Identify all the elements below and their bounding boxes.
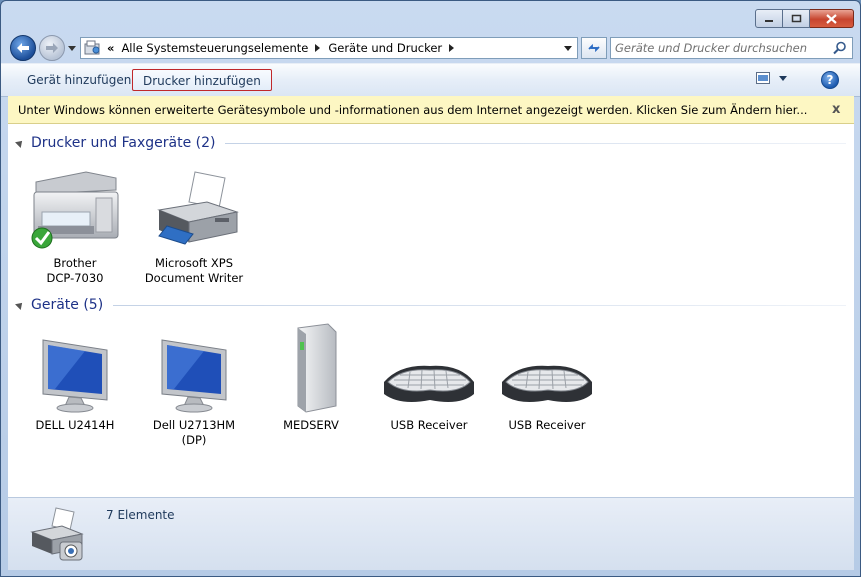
add-printer-button[interactable]: Drucker hinzufügen: [132, 69, 272, 91]
address-history-dropdown[interactable]: [564, 45, 572, 51]
devices-printers-icon: [30, 507, 84, 561]
add-device-button[interactable]: Gerät hinzufügen: [17, 69, 141, 91]
device-label: USB Receiver: [508, 418, 586, 432]
keyboard-icon: [502, 365, 592, 402]
arrow-left-icon: [17, 43, 29, 53]
device-item[interactable]: Brother DCP-7030: [25, 162, 125, 286]
breadcrumb-separator-end[interactable]: [449, 44, 455, 52]
computer-tower-icon: [297, 323, 337, 413]
refresh-icon: [588, 43, 600, 53]
device-item[interactable]: DELL U2414H: [25, 324, 125, 433]
breadcrumb-devices-printers[interactable]: Geräte und Drucker: [328, 41, 442, 55]
close-icon: [826, 13, 837, 24]
keyboard-icon: [384, 365, 474, 402]
group-header-devices[interactable]: Geräte (5): [15, 297, 846, 313]
help-button[interactable]: ?: [821, 71, 839, 89]
chevron-down-icon: [68, 45, 76, 51]
minimize-button[interactable]: [755, 9, 783, 28]
group-divider: [225, 142, 846, 144]
back-button[interactable]: [10, 35, 36, 61]
device-item[interactable]: USB Receiver: [497, 324, 597, 433]
item-count: 7 Elemente: [106, 508, 175, 522]
group-header-printers[interactable]: Drucker und Faxgeräte (2): [15, 135, 846, 151]
device-label: Microsoft XPS Document Writer: [144, 256, 244, 285]
address-row: « Alle Systemsteuerungselemente Geräte u…: [1, 33, 860, 63]
arrow-right-icon: [46, 43, 58, 53]
device-label: DELL U2414H: [35, 418, 115, 432]
chevron-right-icon: [449, 44, 455, 52]
view-options-button[interactable]: [756, 72, 787, 84]
chevron-right-icon: [315, 44, 321, 52]
device-label: MEDSERV: [283, 418, 339, 432]
group-title: Geräte (5): [31, 297, 104, 313]
collapse-icon[interactable]: [15, 300, 25, 310]
caption-buttons: [755, 9, 854, 28]
device-item[interactable]: MEDSERV: [261, 323, 361, 433]
device-item[interactable]: Microsoft XPS Document Writer: [144, 162, 244, 286]
recent-pages-dropdown[interactable]: [67, 43, 77, 53]
device-label: Dell U2713HM (DP): [152, 418, 236, 447]
chevron-down-icon: [779, 75, 787, 81]
minimize-icon: [765, 19, 773, 22]
title-bar: [1, 1, 860, 33]
restore-icon: [791, 14, 801, 23]
monitor-icon: [161, 339, 227, 413]
search-box: [610, 37, 853, 59]
view-icon: [756, 72, 770, 84]
refresh-button[interactable]: [581, 37, 607, 59]
maximize-button[interactable]: [783, 9, 810, 28]
command-bar: Gerät hinzufügen Drucker hinzufügen ?: [1, 63, 860, 97]
address-field[interactable]: « Alle Systemsteuerungselemente Geräte u…: [80, 37, 578, 59]
monitor-icon: [42, 339, 108, 413]
device-label: Brother DCP-7030: [46, 256, 104, 285]
group-title: Drucker und Faxgeräte (2): [31, 135, 216, 151]
device-label: USB Receiver: [390, 418, 468, 432]
explorer-window: « Alle Systemsteuerungselemente Geräte u…: [0, 0, 861, 577]
info-bar-close-button[interactable]: x: [832, 102, 840, 117]
details-pane: 7 Elemente: [8, 497, 854, 570]
printer-icon: [157, 171, 239, 245]
group-divider: [113, 304, 846, 306]
search-input[interactable]: [615, 40, 825, 56]
device-item[interactable]: USB Receiver: [379, 324, 479, 433]
chevron-down-icon: [564, 45, 572, 51]
search-icon[interactable]: [833, 41, 847, 55]
multifunction-printer-icon: [31, 171, 119, 249]
close-window-button[interactable]: [810, 9, 854, 28]
breadcrumb-control-panel[interactable]: Alle Systemsteuerungselemente: [121, 41, 308, 55]
breadcrumb-separator[interactable]: [315, 44, 321, 52]
items-view: Drucker und Faxgeräte (2) Brother DCP-70…: [8, 124, 854, 497]
device-item[interactable]: Dell U2713HM (DP): [144, 324, 244, 448]
breadcrumb-overflow[interactable]: «: [107, 41, 114, 55]
control-panel-icon: [84, 40, 100, 55]
info-bar[interactable]: Unter Windows können erweiterte Gerätesy…: [8, 96, 854, 124]
collapse-icon[interactable]: [15, 138, 25, 148]
info-bar-text[interactable]: Unter Windows können erweiterte Gerätesy…: [18, 103, 807, 117]
forward-button[interactable]: [39, 35, 65, 61]
